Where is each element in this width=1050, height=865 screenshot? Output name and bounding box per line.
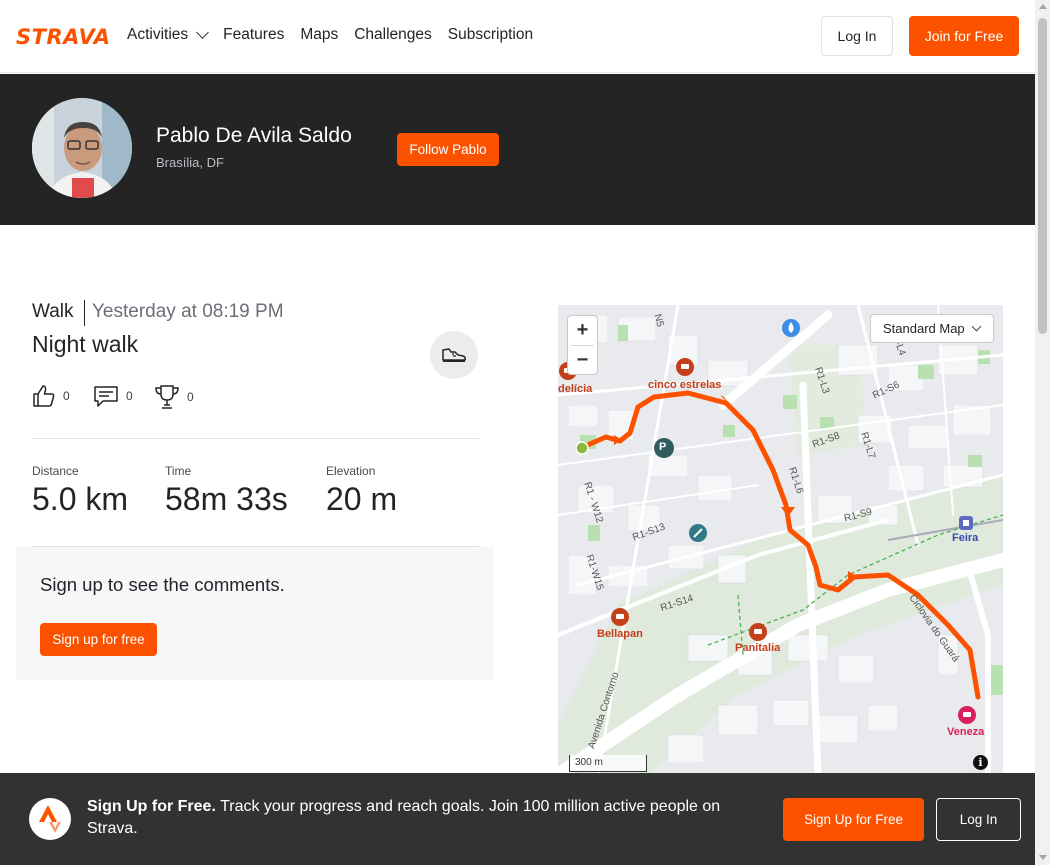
info-icon[interactable]: i: [973, 755, 988, 770]
nav-item-maps[interactable]: Maps: [300, 26, 338, 44]
athlete-location: Brasília, DF: [156, 155, 224, 170]
stat-distance-label: Distance: [32, 464, 79, 478]
zoom-in-button[interactable]: +: [568, 316, 597, 345]
activity-datetime: Yesterday at 08:19 PM: [92, 301, 284, 322]
nav-links: Activities Features Maps Challenges Subs…: [127, 26, 549, 44]
achievements-button[interactable]: 0: [154, 384, 194, 410]
strava-activity-page: STRAVA Activities Features Maps Challeng…: [0, 0, 1050, 865]
stat-elevation-value: 20 m: [326, 481, 398, 517]
comments-signup-panel: [16, 547, 494, 680]
nav-item-challenges[interactable]: Challenges: [354, 26, 432, 44]
signup-banner-bold: Sign Up for Free.: [87, 798, 216, 815]
chevron-down-icon: [196, 26, 210, 39]
nav-item-activities-label: Activities: [127, 26, 189, 43]
zoom-out-button[interactable]: −: [568, 346, 597, 375]
map-type-select[interactable]: Standard Map: [870, 314, 994, 343]
nav-item-subscription[interactable]: Subscription: [448, 26, 533, 44]
scrollbar-thumb[interactable]: [1038, 18, 1047, 334]
shoe-icon: [442, 348, 466, 362]
strava-app-icon: [29, 798, 71, 840]
stat-time-value: 58m 33s: [165, 481, 288, 517]
signup-banner-text: Sign Up for Free. Track your progress an…: [87, 796, 757, 840]
map-poi-label: Bellapan: [597, 628, 643, 640]
map-poi-label: cinco estrelas: [648, 379, 722, 391]
kudos-count: 0: [63, 389, 70, 403]
map-poi-label: P: [659, 441, 667, 453]
login-button[interactable]: Log In: [821, 16, 893, 56]
route-map[interactable]: delícia cinco estrelas Bellapan Panitali…: [558, 305, 1003, 775]
nav-item-features[interactable]: Features: [223, 26, 284, 44]
comment-icon: [94, 386, 118, 407]
athlete-header: [0, 74, 1035, 225]
chevron-down-icon: [971, 321, 982, 332]
banner-login-button[interactable]: Log In: [936, 798, 1021, 841]
join-for-free-button[interactable]: Join for Free: [909, 16, 1019, 56]
nav-item-activities[interactable]: Activities: [127, 26, 210, 44]
divider: [32, 438, 479, 439]
avatar-photo: [32, 98, 132, 198]
map-poi-label: Panitalia: [735, 642, 781, 654]
comments-count: 0: [126, 389, 133, 403]
stat-elevation-label: Elevation: [326, 464, 376, 478]
map-poi-label: delícia: [558, 383, 593, 395]
strava-logo[interactable]: STRAVA: [16, 25, 111, 49]
map-poi-label: Veneza: [947, 726, 985, 738]
activity-title: Night walk: [32, 331, 139, 357]
gear-button[interactable]: [430, 331, 478, 379]
map-type-value: Standard Map: [883, 321, 965, 336]
map-canvas: [558, 305, 1003, 775]
comments-button[interactable]: 0: [93, 384, 133, 408]
map-scale: 300 m: [569, 755, 647, 772]
trophy-icon: [155, 385, 179, 409]
stat-distance-value: 5.0 km: [32, 481, 129, 517]
stat-time-label: Time: [165, 464, 192, 478]
banner-signup-button[interactable]: Sign Up for Free: [783, 798, 924, 841]
signup-for-free-button[interactable]: Sign up for free: [40, 623, 157, 656]
scroll-down-arrow-icon[interactable]: [1039, 855, 1047, 860]
thumbs-up-icon: [33, 385, 55, 407]
divider: [84, 300, 85, 326]
zoom-control: + −: [567, 315, 598, 375]
achievements-count: 0: [187, 390, 194, 404]
strava-chevron-icon: [39, 805, 61, 833]
kudos-button[interactable]: 0: [32, 384, 70, 408]
athlete-avatar[interactable]: [32, 98, 132, 198]
follow-button[interactable]: Follow Pablo: [397, 133, 499, 166]
map-poi-label: Feira: [952, 532, 979, 544]
comments-signup-title: Sign up to see the comments.: [40, 574, 285, 595]
activity-type: Walk: [32, 301, 74, 322]
athlete-name[interactable]: Pablo De Avila Saldo: [156, 124, 352, 148]
scroll-up-arrow-icon[interactable]: [1039, 4, 1047, 9]
